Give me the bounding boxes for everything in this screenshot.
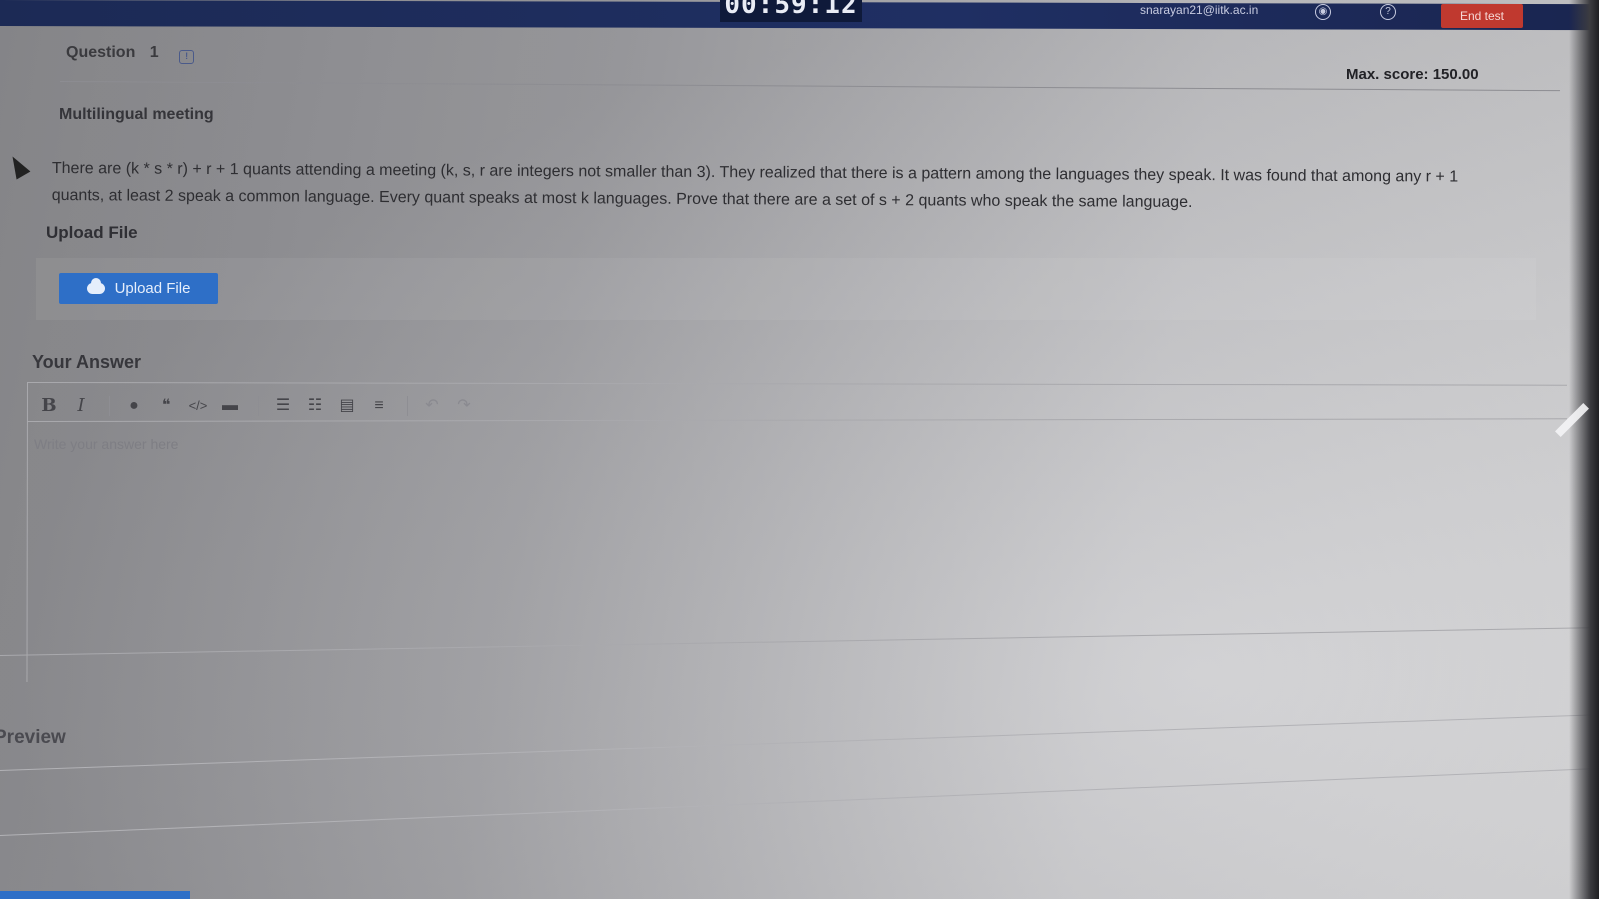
image-icon[interactable]: ● [120, 395, 148, 417]
countdown-timer: 00:59:12 [720, 0, 862, 22]
preview-label: Preview [0, 727, 66, 748]
preview-divider [0, 768, 1598, 836]
upload-file-button[interactable]: Upload File [59, 273, 218, 304]
upload-button-label: Upload File [114, 280, 191, 297]
preview-divider [0, 714, 1599, 771]
question-header: Question 1 ! [66, 44, 195, 64]
toolbar-separator [407, 396, 408, 416]
upload-section-label: Upload File [46, 223, 138, 242]
user-email: snarayan21@iitk.ac.in [1140, 3, 1259, 17]
question-label: Question [66, 44, 136, 61]
toolbar-separator [109, 396, 110, 416]
outdent-icon[interactable]: ≡ [365, 395, 393, 417]
answer-section-label: Your Answer [32, 352, 142, 372]
cloud-upload-icon [86, 278, 105, 294]
header-divider [59, 81, 1560, 92]
report-flag-icon[interactable]: ! [179, 50, 195, 64]
question-number: 1 [149, 44, 159, 61]
toolbar-separator [258, 396, 259, 416]
submit-button-edge[interactable] [0, 891, 190, 899]
answer-input[interactable] [34, 436, 1534, 636]
editor-toolbar: B I ● ❝ </> ▬ ☰ ☷ ▤ ≡ ↶ ↷ [35, 393, 482, 419]
monitor-bezel [1569, 0, 1599, 899]
undo-icon[interactable]: ↶ [418, 395, 446, 417]
help-icon[interactable]: ? [1380, 4, 1396, 20]
quote-icon[interactable]: ❝ [152, 395, 180, 417]
indent-icon[interactable]: ▤ [333, 395, 361, 417]
upload-panel [36, 258, 1536, 320]
unordered-list-icon[interactable]: ☷ [301, 395, 329, 417]
question-text: There are (k * s * r) + r + 1 quants att… [51, 159, 1459, 211]
code-block-icon[interactable]: ▬ [216, 395, 244, 417]
max-score: Max. score: 150.00 [1346, 66, 1479, 83]
ordered-list-icon[interactable]: ☰ [269, 395, 297, 417]
webcam-icon[interactable]: ◉ [1315, 4, 1331, 20]
redo-icon[interactable]: ↷ [450, 395, 478, 417]
bold-icon[interactable]: B [35, 395, 63, 417]
code-icon[interactable]: </> [184, 395, 212, 417]
end-test-button[interactable]: End test [1441, 4, 1523, 28]
italic-icon[interactable]: I [67, 395, 95, 417]
mouse-cursor-icon [5, 152, 31, 180]
question-title: Multilingual meeting [59, 106, 214, 123]
